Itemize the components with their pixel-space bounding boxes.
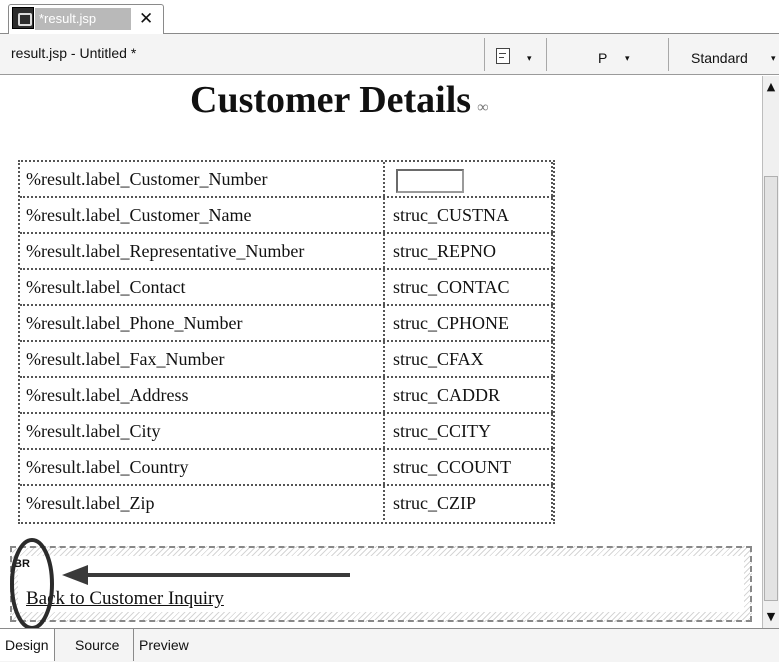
- jsp-file-icon: [12, 7, 34, 29]
- chevron-down-icon[interactable]: ▾: [527, 53, 532, 64]
- annotation-arrow-head: [62, 565, 88, 585]
- chevron-down-icon[interactable]: ▾: [771, 53, 776, 64]
- font-style-dropdown[interactable]: Standard: [691, 50, 748, 66]
- tab-source[interactable]: Source: [70, 629, 124, 661]
- scrollbar-thumb[interactable]: [764, 176, 778, 601]
- editor-tab-title: *result.jsp: [35, 8, 131, 30]
- scroll-down-arrow-icon[interactable]: ▼: [763, 608, 779, 626]
- annotation-circle: [10, 538, 54, 628]
- view-tabs: Design Source Preview: [0, 628, 779, 662]
- page-designer-toolbar: result.jsp - Untitled * ▾ P ▾ Standard ▾: [0, 34, 779, 75]
- document-title: result.jsp - Untitled *: [11, 45, 137, 61]
- close-icon[interactable]: ✕: [139, 9, 153, 29]
- scroll-up-arrow-icon[interactable]: ▲: [763, 78, 779, 96]
- tab-design[interactable]: Design: [0, 629, 55, 661]
- chevron-down-icon[interactable]: ▾: [625, 53, 630, 64]
- paragraph-format-icon[interactable]: [496, 48, 510, 64]
- editor-tab-strip: *result.jsp ✕: [0, 0, 779, 34]
- toolbar-separator: [484, 38, 485, 71]
- toolbar-separator: [546, 38, 547, 71]
- vertical-scrollbar[interactable]: ▲ ▼: [762, 76, 779, 628]
- editor-tab-result-jsp[interactable]: *result.jsp ✕: [8, 4, 164, 34]
- annotation-overlay: [10, 538, 350, 628]
- tab-preview[interactable]: Preview: [133, 629, 194, 661]
- toolbar-separator: [668, 38, 669, 71]
- paragraph-style-dropdown[interactable]: P: [598, 50, 607, 66]
- design-canvas[interactable]: Customer Details ∞ %result.label_Customer…: [0, 76, 762, 628]
